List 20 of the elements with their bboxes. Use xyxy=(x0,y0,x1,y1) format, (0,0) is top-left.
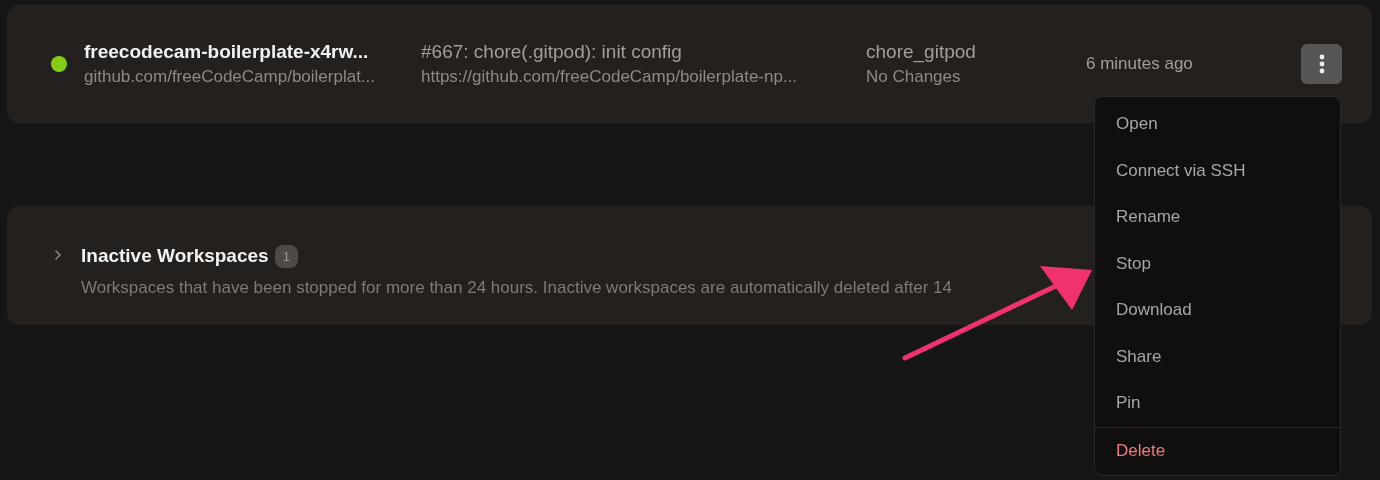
menu-item[interactable]: Pin xyxy=(1095,380,1340,427)
workspace-name[interactable]: freecodecam-boilerplate-x4rw... xyxy=(84,39,421,65)
context-title: #667: chore(.gitpod): init config xyxy=(421,40,683,64)
menu-item[interactable]: Stop xyxy=(1095,240,1340,287)
last-active-time: 6 minutes ago xyxy=(1086,53,1193,76)
branch-name: chore_gitpod xyxy=(866,40,977,65)
more-options-button[interactable] xyxy=(1301,44,1342,84)
section-title: Inactive Workspaces xyxy=(81,244,269,268)
menu-item[interactable]: Share xyxy=(1095,333,1340,380)
repository-url: github.com/freeCodeCamp/boilerplat... xyxy=(84,66,377,88)
menu-item[interactable]: Download xyxy=(1095,287,1340,334)
section-description: Workspaces that have been stopped for more than 24 hours. Inactive workspaces are automatically deleted after 14 xyxy=(81,276,952,299)
menu-item[interactable]: Open xyxy=(1095,101,1340,148)
count-badge: 1 xyxy=(274,244,298,268)
delete-menu-item[interactable]: Delete xyxy=(1095,426,1340,475)
menu-item[interactable]: Rename xyxy=(1095,194,1340,241)
more-vertical-icon xyxy=(1318,54,1325,74)
menu-item[interactable]: Connect via SSH xyxy=(1095,147,1340,194)
changes-status: No Changes xyxy=(866,66,962,88)
context-url: https://github.com/freeCodeCamp/boilerplate-np... xyxy=(421,66,799,88)
